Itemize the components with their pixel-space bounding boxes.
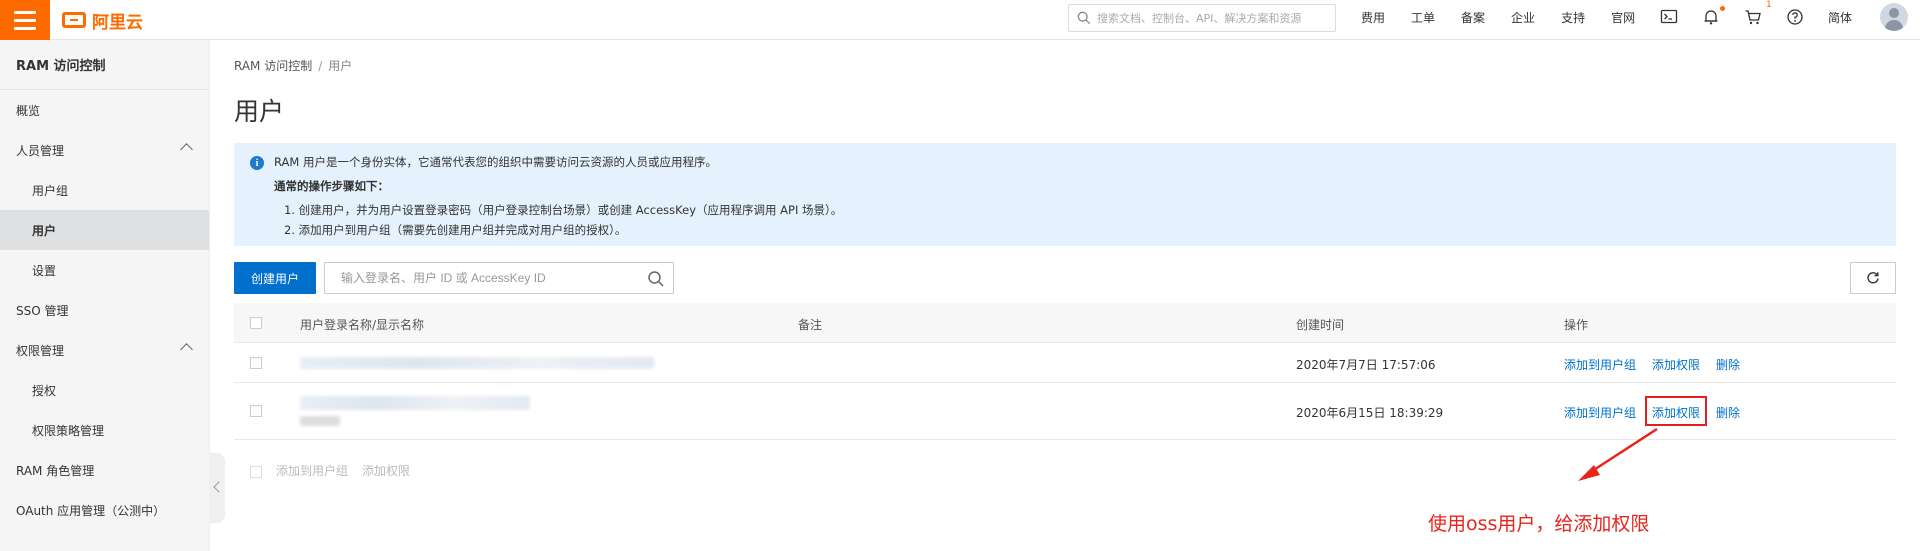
users-table: 用户登录名称/显示名称 备注 创建时间 操作 2020年7月7日 17:57:0…: [234, 303, 1896, 440]
row-checkbox[interactable]: [250, 405, 262, 417]
menu-icon[interactable]: [0, 0, 50, 40]
sidebar-item-users[interactable]: 用户: [0, 210, 209, 250]
sidebar-item-label: SSO 管理: [16, 303, 69, 318]
sidebar-item-overview[interactable]: 概览: [0, 90, 209, 130]
redacted-username[interactable]: [300, 357, 654, 369]
breadcrumb-root[interactable]: RAM 访问控制: [234, 59, 312, 73]
breadcrumb: RAM 访问控制 / 用户: [234, 57, 352, 74]
sidebar-title: RAM 访问控制: [0, 40, 209, 90]
sidebar-item-label: 设置: [32, 263, 57, 278]
breadcrumb-separator: /: [318, 59, 323, 73]
sidebar-item-policies[interactable]: 权限策略管理: [0, 410, 209, 450]
logo-text: 阿里云: [92, 12, 143, 33]
search-icon: [1077, 11, 1091, 25]
aliyun-logo[interactable]: 阿里云: [62, 6, 143, 34]
column-header-actions: 操作: [1564, 318, 1589, 332]
user-search-input[interactable]: [341, 271, 641, 285]
refresh-button[interactable]: [1850, 262, 1896, 294]
delete-link[interactable]: 删除: [1716, 356, 1740, 373]
batch-add-to-group[interactable]: 添加到用户组: [276, 464, 348, 478]
column-header-remark: 备注: [798, 318, 823, 332]
search-icon[interactable]: [647, 270, 665, 288]
breadcrumb-current: 用户: [328, 59, 353, 73]
user-search: [324, 262, 674, 294]
annotation-arrow: [1578, 427, 1658, 481]
chevron-up-icon: [180, 343, 193, 356]
global-search-placeholder: 搜索文档、控制台、API、解决方案和资源: [1097, 12, 1302, 25]
sidebar-item-label: 人员管理: [16, 143, 65, 158]
column-header-created: 创建时间: [1296, 318, 1345, 332]
sidebar-item-permissions[interactable]: 权限管理: [0, 330, 209, 370]
add-to-group-link[interactable]: 添加到用户组: [1564, 356, 1636, 373]
sidebar-item-label: 权限管理: [16, 343, 65, 358]
redacted-username[interactable]: [300, 396, 530, 410]
info-line-4: 2. 添加用户到用户组（需要先创建用户组并完成对用户组的授权）。: [284, 223, 627, 237]
top-nav-links: 费用 工单 备案 企业 支持 官网: [1348, 0, 1648, 34]
nav-support[interactable]: 支持: [1561, 9, 1585, 26]
info-line-1: RAM 用户是一个身份实体，它通常代表您的组织中需要访问云资源的人员或应用程序。: [274, 155, 717, 169]
annotation-text: 使用oss用户，给添加权限: [1428, 513, 1650, 535]
sidebar-item-label: 用户组: [32, 183, 69, 198]
top-navbar: 阿里云 搜索文档、控制台、API、解决方案和资源 费用 工单 备案 企业 支持 …: [0, 0, 1920, 40]
nav-tickets[interactable]: 工单: [1411, 9, 1435, 26]
sidebar-item-label: 用户: [32, 223, 57, 238]
notification-badge: [1720, 6, 1725, 11]
sidebar: RAM 访问控制 概览 人员管理 用户组 用户 设置 SSO 管理 权限管理 授…: [0, 40, 210, 551]
batch-add-permission[interactable]: 添加权限: [362, 464, 410, 478]
nav-official-site[interactable]: 官网: [1611, 9, 1635, 26]
bell-icon[interactable]: [1702, 8, 1720, 26]
sidebar-item-groups[interactable]: 用户组: [0, 170, 209, 210]
add-to-group-link[interactable]: 添加到用户组: [1564, 404, 1636, 421]
created-time: 2020年6月15日 18:39:29: [1296, 406, 1444, 420]
nav-icp[interactable]: 备案: [1461, 9, 1485, 26]
table-header: 用户登录名称/显示名称 备注 创建时间 操作: [234, 303, 1896, 343]
cart-icon[interactable]: [1744, 8, 1762, 26]
sidebar-item-settings[interactable]: 设置: [0, 250, 209, 290]
refresh-icon: [1867, 272, 1879, 284]
page-title: 用户: [234, 97, 285, 126]
help-icon[interactable]: [1786, 8, 1804, 26]
info-icon: i: [250, 156, 264, 170]
language-switch[interactable]: 简体: [1828, 9, 1852, 26]
sidebar-item-label: 概览: [16, 103, 41, 118]
select-all-checkbox[interactable]: [250, 317, 262, 329]
logo-mark-icon: [62, 12, 86, 28]
sidebar-item-label: OAuth 应用管理（公测中）: [16, 503, 166, 518]
add-permission-link[interactable]: 添加权限: [1652, 356, 1700, 373]
info-line-3: 1. 创建用户，并为用户设置登录密码（用户登录控制台场景）或创建 AccessK…: [284, 203, 843, 217]
batch-actions: 添加到用户组 添加权限: [250, 462, 424, 479]
create-user-button[interactable]: 创建用户: [234, 262, 316, 294]
nav-billing[interactable]: 费用: [1361, 9, 1385, 26]
created-time: 2020年7月7日 17:57:06: [1296, 358, 1436, 372]
column-header-name: 用户登录名称/显示名称: [300, 318, 425, 332]
info-line-2: 通常的操作步骤如下：: [274, 179, 389, 193]
cart-count-badge: 1: [1766, 0, 1772, 10]
sidebar-item-oauth[interactable]: OAuth 应用管理（公测中）: [0, 490, 209, 530]
table-row: 2020年7月7日 17:57:06 添加到用户组 添加权限 删除: [234, 343, 1896, 383]
delete-link[interactable]: 删除: [1716, 404, 1740, 421]
sidebar-item-label: 权限策略管理: [32, 423, 105, 438]
chevron-up-icon: [180, 143, 193, 156]
sidebar-item-identities[interactable]: 人员管理: [0, 130, 209, 170]
batch-select-checkbox[interactable]: [250, 465, 262, 478]
sidebar-item-label: 授权: [32, 383, 57, 398]
info-banner: i RAM 用户是一个身份实体，它通常代表您的组织中需要访问云资源的人员或应用程…: [234, 143, 1896, 246]
sidebar-item-sso[interactable]: SSO 管理: [0, 290, 209, 330]
row-checkbox[interactable]: [250, 357, 262, 369]
redacted-display-name: [300, 416, 340, 426]
nav-enterprise[interactable]: 企业: [1511, 9, 1535, 26]
terminal-icon[interactable]: [1660, 8, 1678, 26]
sidebar-item-grants[interactable]: 授权: [0, 370, 209, 410]
global-search-input[interactable]: 搜索文档、控制台、API、解决方案和资源: [1068, 4, 1336, 32]
avatar[interactable]: [1880, 3, 1908, 31]
annotation-highlight-box: [1645, 396, 1707, 426]
sidebar-item-roles[interactable]: RAM 角色管理: [0, 450, 209, 490]
sidebar-collapse-handle[interactable]: [210, 453, 225, 523]
sidebar-item-label: RAM 角色管理: [16, 463, 95, 478]
